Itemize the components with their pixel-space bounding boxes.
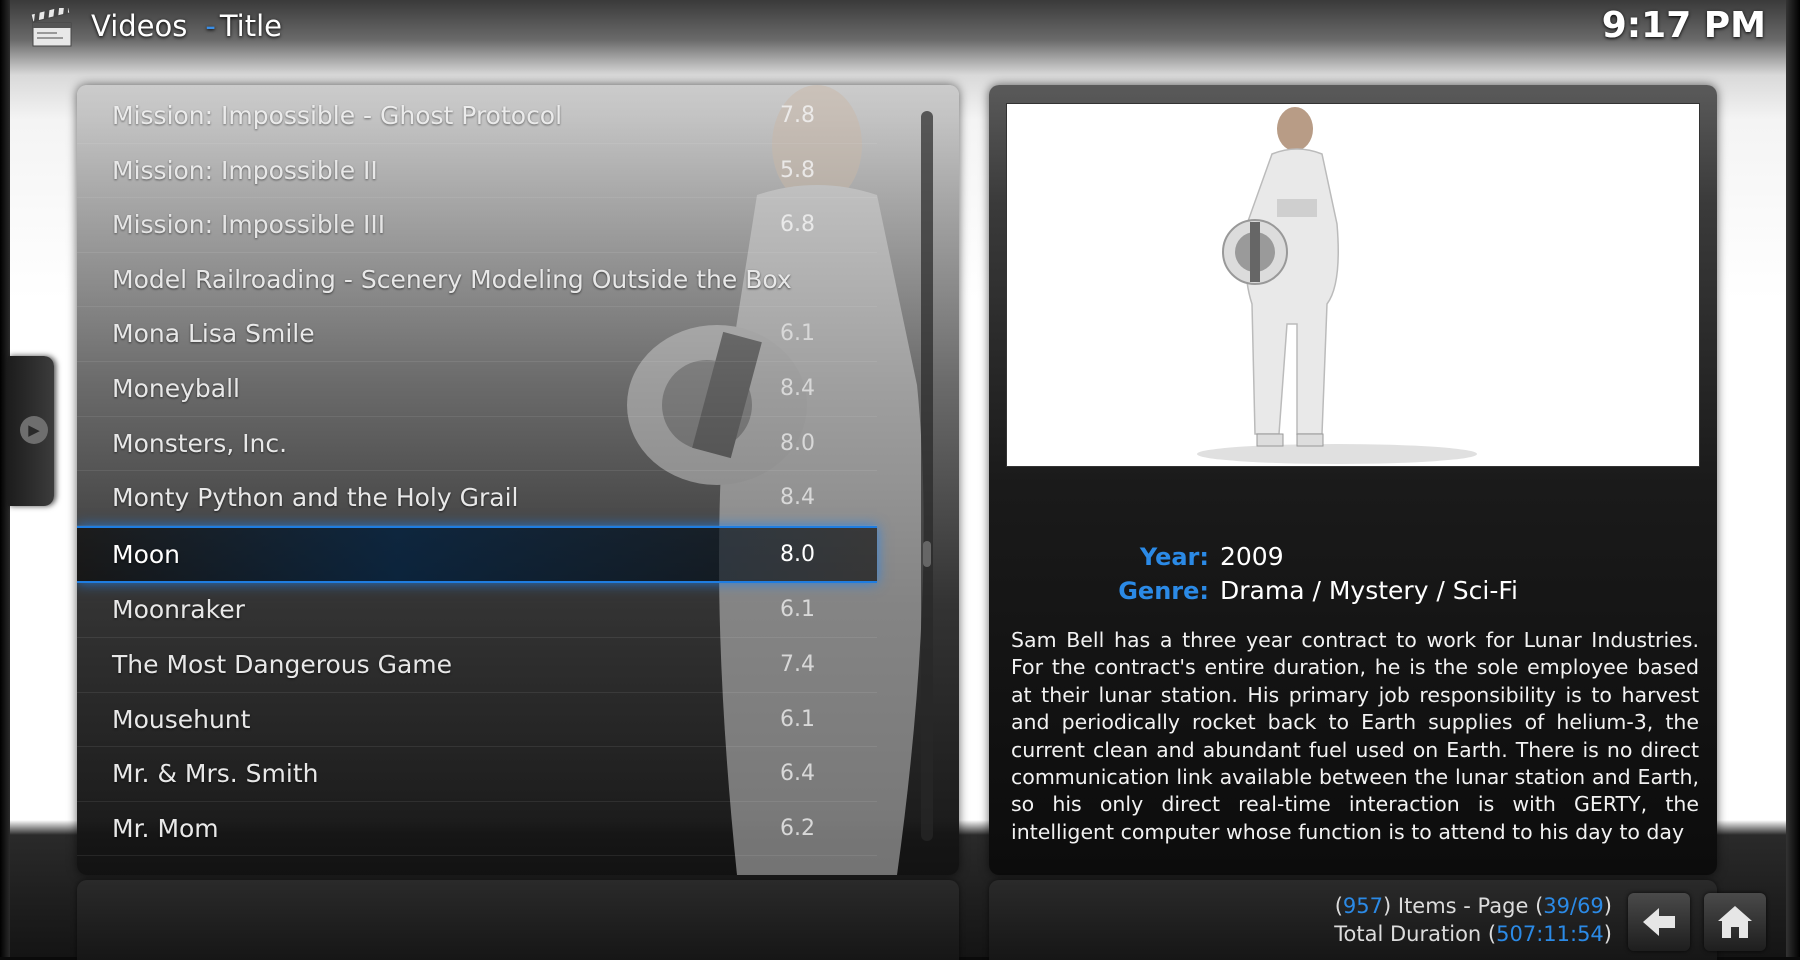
movie-list: Mission: Impossible - Ghost Protocol 7.8 M… bbox=[77, 89, 917, 857]
movie-rating: 6.8 bbox=[780, 212, 815, 238]
movie-title: Moonraker bbox=[112, 595, 245, 625]
movie-rating: 6.4 bbox=[780, 761, 815, 787]
movie-meta: Year: 2009 Genre: Drama / Mystery / Sci-… bbox=[989, 540, 1717, 608]
movie-title: Model Railroading - Scenery Modeling Out… bbox=[112, 264, 792, 294]
movie-title: Mission: Impossible III bbox=[112, 210, 386, 240]
movie-rating: 6.1 bbox=[780, 597, 815, 623]
total-duration: 507:11:54 bbox=[1496, 922, 1604, 946]
list-item[interactable]: Monsters, Inc. 8.0 bbox=[77, 417, 877, 472]
clapperboard-icon bbox=[30, 4, 74, 48]
side-menu-arrow-icon: ▶ bbox=[20, 416, 48, 444]
list-item[interactable]: Mr. Mom 6.2 bbox=[77, 802, 877, 857]
movie-rating: 6.2 bbox=[780, 815, 815, 841]
fanart-image bbox=[1006, 103, 1700, 467]
list-item[interactable]: Mona Lisa Smile 6.1 bbox=[77, 307, 877, 362]
list-scrollbar[interactable] bbox=[921, 111, 933, 841]
movie-rating: 7.8 bbox=[780, 103, 815, 128]
back-arrow-icon bbox=[1643, 908, 1675, 936]
movie-title: Mona Lisa Smile bbox=[112, 319, 315, 349]
movie-list-panel: Mission: Impossible - Ghost Protocol 7.8 M… bbox=[77, 85, 959, 875]
movie-rating: 8.4 bbox=[780, 485, 815, 511]
list-item[interactable]: Mission: Impossible III 6.8 bbox=[77, 198, 877, 253]
movie-title: Monsters, Inc. bbox=[112, 428, 288, 458]
year-label: Year: bbox=[1139, 543, 1209, 571]
movie-rating: 5.8 bbox=[780, 157, 815, 183]
duration-line: Total Duration (507:11:54) bbox=[1334, 922, 1612, 946]
genre-row: Genre: Drama / Mystery / Sci-Fi bbox=[989, 574, 1717, 608]
year-row: Year: 2009 bbox=[989, 540, 1717, 574]
list-item[interactable]: The Most Dangerous Game 7.4 bbox=[77, 638, 877, 693]
list-item[interactable]: Monty Python and the Holy Grail 8.4 bbox=[77, 471, 877, 526]
view-label: Title bbox=[219, 9, 282, 43]
plot-text: Sam Bell has a three year contract to wo… bbox=[1011, 628, 1699, 844]
back-button[interactable] bbox=[1628, 893, 1690, 951]
movie-title: Mousehunt bbox=[112, 704, 251, 734]
movie-rating: 8.0 bbox=[780, 430, 815, 456]
list-item[interactable]: Mission: Impossible - Ghost Protocol 7.8 bbox=[77, 89, 877, 144]
list-item[interactable]: Model Railroading - Scenery Modeling Out… bbox=[77, 253, 877, 308]
page-number: 39/69 bbox=[1543, 894, 1604, 918]
duration-label: Total Duration bbox=[1334, 922, 1482, 946]
movie-title: Moneyball bbox=[112, 373, 240, 403]
items-info: (957) Items - Page (39/69) Total Duratio… bbox=[1334, 892, 1612, 948]
list-item[interactable]: Moonraker 6.1 bbox=[77, 583, 877, 638]
genre-value: Drama / Mystery / Sci-Fi bbox=[1220, 576, 1518, 605]
movie-title: Mission: Impossible - Ghost Protocol bbox=[112, 101, 563, 130]
items-count: 957 bbox=[1342, 894, 1383, 918]
items-label: Items - Page bbox=[1397, 894, 1529, 918]
movie-rating: 8.0 bbox=[780, 541, 815, 567]
list-item[interactable]: Mousehunt 6.1 bbox=[77, 693, 877, 748]
list-item-selected[interactable]: Moon 8.0 bbox=[77, 525, 877, 584]
movie-title: Mission: Impossible II bbox=[112, 155, 378, 185]
clock: 9:17 PM bbox=[1601, 5, 1766, 46]
movie-title: Mr. & Mrs. Smith bbox=[112, 759, 319, 789]
movie-title: Monty Python and the Holy Grail bbox=[112, 483, 519, 513]
list-item[interactable]: Moneyball 8.4 bbox=[77, 362, 877, 417]
list-item[interactable]: Mission: Impossible II 5.8 bbox=[77, 144, 877, 199]
header-bar: Videos - Title 9:17 PM bbox=[0, 0, 1800, 60]
list-item[interactable]: Mr. & Mrs. Smith 6.4 bbox=[77, 747, 877, 802]
year-value: 2009 bbox=[1220, 542, 1284, 571]
movie-rating: 7.4 bbox=[780, 651, 815, 677]
home-button[interactable] bbox=[1704, 893, 1766, 951]
home-icon bbox=[1718, 906, 1752, 938]
movie-rating: 6.1 bbox=[780, 706, 815, 732]
movie-rating: 8.4 bbox=[780, 375, 815, 401]
movie-rating: 6.1 bbox=[780, 321, 815, 347]
scrollbar-thumb[interactable] bbox=[923, 541, 931, 567]
side-menu-tab[interactable]: ▶ bbox=[8, 356, 54, 506]
section-label: Videos bbox=[91, 9, 188, 43]
right-edge bbox=[1786, 0, 1800, 957]
movie-title: Moon bbox=[112, 539, 181, 569]
movie-title: Mr. Mom bbox=[112, 813, 219, 843]
title-separator: - bbox=[205, 9, 216, 43]
movie-info-panel: Year: 2009 Genre: Drama / Mystery / Sci-… bbox=[989, 85, 1717, 875]
movie-title: The Most Dangerous Game bbox=[112, 649, 453, 679]
footer-left-panel bbox=[77, 880, 959, 960]
page-title: Videos - Title bbox=[91, 6, 282, 46]
items-page-line: (957) Items - Page (39/69) bbox=[1334, 894, 1612, 918]
genre-label: Genre: bbox=[1118, 577, 1209, 605]
